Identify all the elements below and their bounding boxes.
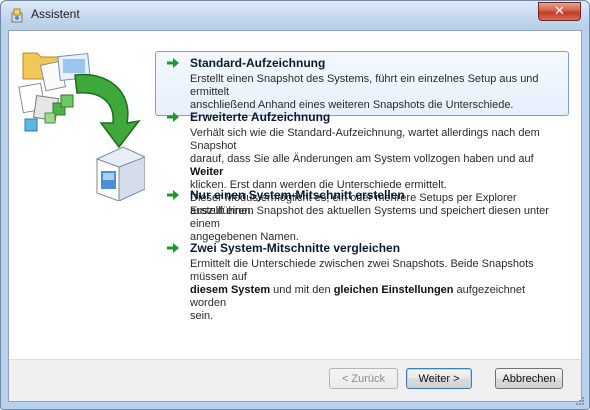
files-to-package-illustration (18, 52, 145, 201)
dialog-client-area: Standard-Aufzeichnung Erstellt einen Sna… (8, 30, 582, 402)
green-arrow-icon (167, 190, 179, 200)
content-area: Standard-Aufzeichnung Erstellt einen Sna… (9, 31, 581, 359)
title-bar[interactable]: Assistent ✕ (1, 1, 589, 29)
installer-icon (11, 8, 23, 23)
button-bar: < Zurück Weiter > Abbrechen (9, 359, 581, 401)
option-compare-snapshots[interactable]: Zwei System-Mitschnitte vergleichen Ermi… (155, 236, 569, 327)
option-title: Erweiterte Aufzeichnung (190, 110, 331, 124)
resize-grip-icon[interactable] (575, 396, 585, 406)
option-title: Nur einen System-Mitschnitt erstellen (190, 188, 405, 202)
close-button[interactable]: ✕ (538, 2, 581, 21)
window-title: Assistent (31, 7, 80, 21)
option-title: Zwei System-Mitschnitte vergleichen (190, 241, 401, 255)
back-button[interactable]: < Zurück (329, 368, 398, 389)
option-title: Standard-Aufzeichnung (190, 56, 326, 70)
cancel-button[interactable]: Abbrechen (495, 368, 563, 389)
option-description: Ermittelt die Unterschiede zwischen zwei… (190, 258, 534, 322)
green-arrow-icon (167, 58, 179, 68)
next-button[interactable]: Weiter > (406, 368, 472, 389)
wizard-window: Assistent ✕ Standard-Aufzeichnung Erstel… (0, 0, 590, 410)
green-arrow-icon (167, 243, 179, 253)
green-arrow-icon (167, 112, 179, 122)
close-icon: ✕ (554, 4, 565, 19)
